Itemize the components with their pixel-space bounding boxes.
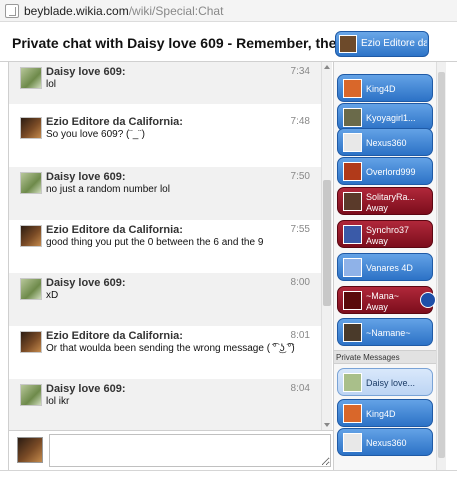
message-input[interactable]: [49, 434, 331, 467]
status-label: Away: [366, 203, 388, 213]
message-author: Ezio Editore da California:: [46, 330, 183, 342]
url-path: /wiki/Special:Chat: [128, 4, 224, 18]
avatar: [343, 225, 362, 244]
user-item[interactable]: ~Mana~ Away: [337, 286, 433, 314]
user-item[interactable]: King4D: [337, 74, 433, 102]
status-label: Away: [366, 236, 388, 246]
message-time: 8:00: [290, 277, 310, 288]
status-label: Away: [366, 302, 388, 312]
private-message-item[interactable]: King4D: [337, 399, 433, 427]
avatar: [17, 437, 43, 463]
avatar: [343, 323, 362, 342]
message-text: good thing you put the 0 between the 6 a…: [46, 237, 264, 248]
message-author: Daisy love 609:: [46, 171, 126, 183]
avatar: [343, 108, 362, 127]
user-name: Vanares 4D: [366, 263, 413, 273]
message-text: lol ikr: [46, 396, 70, 407]
user-name: Synchro37: [366, 225, 410, 235]
message-author: Daisy love 609:: [46, 66, 126, 78]
user-item[interactable]: Nexus360: [337, 128, 433, 156]
user-item[interactable]: Kyoyagirl1...: [337, 103, 433, 131]
bottom-edge: [0, 470, 457, 479]
message-author: Ezio Editore da California:: [46, 224, 183, 236]
page-icon: [5, 4, 19, 18]
message-time: 7:50: [290, 171, 310, 182]
user-name: Daisy love...: [366, 378, 416, 388]
scroll-down-icon[interactable]: [324, 423, 330, 427]
message-text: xD: [46, 290, 59, 301]
chat-message: Daisy love 609: 8:00 xD: [9, 273, 321, 326]
message-time: 7:48: [290, 116, 310, 127]
message-text: Or that woulda been sending the wrong me…: [46, 343, 295, 354]
private-messages-header: Private Messages: [334, 350, 437, 364]
message-author: Ezio Editore da California:: [46, 116, 183, 128]
chat-message: Daisy love 609: 7:34 lol: [9, 62, 321, 104]
user-list-scrollbar[interactable]: [436, 62, 446, 470]
message-text: no just a random number lol: [46, 184, 170, 195]
current-user-pill[interactable]: Ezio Editore da ...: [335, 31, 429, 57]
avatar: [20, 225, 42, 247]
avatar: [339, 35, 357, 53]
user-name: Nexus360: [366, 138, 407, 148]
spinner-icon: [420, 292, 436, 308]
user-name: SolitaryRa...: [366, 192, 416, 202]
scrollbar-thumb[interactable]: [323, 180, 331, 306]
message-time: 8:04: [290, 383, 310, 394]
user-name: King4D: [366, 84, 396, 94]
message-time: 7:34: [290, 66, 310, 77]
address-bar[interactable]: beyblade.wikia.com/wiki/Special:Chat: [0, 0, 457, 22]
message-time: 8:01: [290, 330, 310, 341]
chat-log[interactable]: Daisy love 609: 7:34 lol Ezio Editore da…: [8, 62, 321, 430]
user-name: Kyoyagirl1...: [366, 113, 416, 123]
chat-message: Ezio Editore da California: 8:01 Or that…: [9, 326, 321, 379]
current-user-name: Ezio Editore da ...: [361, 38, 427, 49]
chat-scrollbar[interactable]: [321, 62, 332, 430]
url-host: beyblade.wikia.com: [24, 4, 129, 18]
avatar: [343, 162, 362, 181]
user-name: Nexus360: [366, 438, 407, 448]
chat-message: Ezio Editore da California: 7:55 good th…: [9, 220, 321, 273]
user-name: Overlord999: [366, 167, 416, 177]
avatar: [343, 373, 362, 392]
avatar: [343, 258, 362, 277]
message-author: Daisy love 609:: [46, 277, 126, 289]
message-author: Daisy love 609:: [46, 383, 126, 395]
avatar: [20, 117, 42, 139]
message-composer: [8, 430, 333, 470]
avatar: [20, 67, 42, 89]
chat-message: Daisy love 609: 8:04 lol ikr: [9, 379, 321, 430]
user-list: King4D Kyoyagirl1... Nexus360 Overlord99…: [333, 62, 437, 470]
avatar: [20, 331, 42, 353]
message-time: 7:55: [290, 224, 310, 235]
user-item[interactable]: SolitaryRa... Away: [337, 187, 433, 215]
avatar: [343, 79, 362, 98]
message-text: lol: [46, 79, 57, 90]
scroll-up-icon[interactable]: [324, 65, 330, 69]
avatar: [343, 192, 362, 211]
user-item[interactable]: Overlord999: [337, 157, 433, 185]
avatar: [343, 404, 362, 423]
avatar: [20, 384, 42, 406]
user-item[interactable]: Synchro37 Away: [337, 220, 433, 248]
avatar: [343, 133, 362, 152]
message-text: So you love 609? (¨_¨): [46, 129, 145, 140]
avatar: [20, 278, 42, 300]
url-text[interactable]: beyblade.wikia.com/wiki/Special:Chat: [24, 4, 223, 18]
user-item[interactable]: Vanares 4D: [337, 253, 433, 281]
user-name: ~Namane~: [366, 328, 411, 338]
user-item[interactable]: ~Namane~: [337, 318, 433, 346]
chat-message: Ezio Editore da California: 7:48 So you …: [9, 112, 321, 162]
page-title: Private chat with Daisy love 609 - Remem…: [12, 35, 337, 51]
avatar: [343, 291, 362, 310]
avatar: [20, 172, 42, 194]
scrollbar-thumb[interactable]: [438, 72, 445, 458]
avatar: [343, 433, 362, 452]
private-message-item[interactable]: Nexus360: [337, 428, 433, 456]
user-name: King4D: [366, 409, 396, 419]
chat-message: Daisy love 609: 7:50 no just a random nu…: [9, 167, 321, 220]
private-message-item[interactable]: Daisy love...: [337, 368, 433, 396]
